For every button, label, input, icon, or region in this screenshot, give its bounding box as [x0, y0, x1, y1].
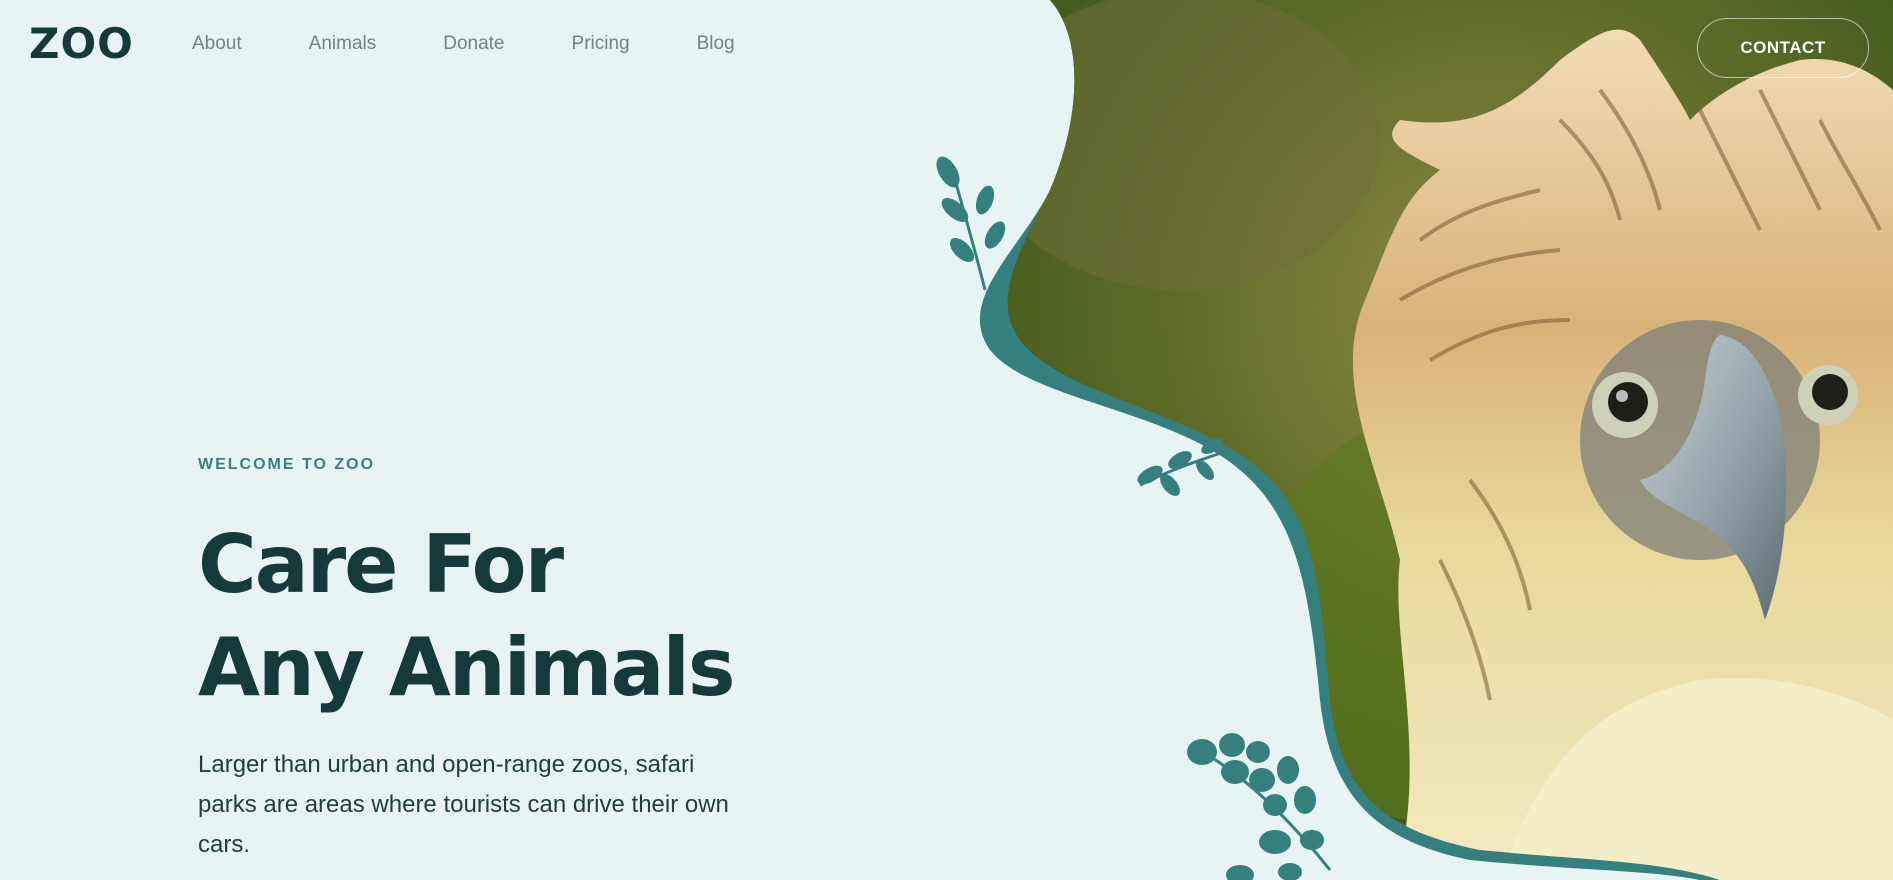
- hero-title-line-1: Care For: [198, 518, 564, 611]
- main-nav: About Animals Donate Pricing Blog: [192, 30, 802, 58]
- nav-link-about[interactable]: About: [192, 30, 242, 58]
- contact-button[interactable]: CONTACT: [1697, 18, 1869, 78]
- hero-title-line-2: Any Animals: [198, 621, 736, 714]
- leaf-sprig-top: [936, 156, 1006, 291]
- nav-link-animals[interactable]: Animals: [309, 30, 377, 58]
- site-header: ZOO About Animals Donate Pricing Blog CO…: [0, 0, 1893, 90]
- hero-eyebrow: WELCOME TO ZOO: [198, 456, 376, 473]
- hero-title: Care For Any Animals: [198, 513, 758, 719]
- hero-section: WELCOME TO ZOO Care For Any Animals Larg…: [198, 452, 758, 865]
- site-logo[interactable]: ZOO: [29, 20, 134, 68]
- leaf-sprig-bottom: [1187, 733, 1332, 880]
- nav-link-donate[interactable]: Donate: [443, 30, 504, 58]
- hero-description: Larger than urban and open-range zoos, s…: [198, 751, 729, 858]
- nav-link-pricing[interactable]: Pricing: [572, 30, 630, 58]
- nav-link-blog[interactable]: Blog: [697, 30, 735, 58]
- leaf-sprig-middle: [1137, 438, 1231, 496]
